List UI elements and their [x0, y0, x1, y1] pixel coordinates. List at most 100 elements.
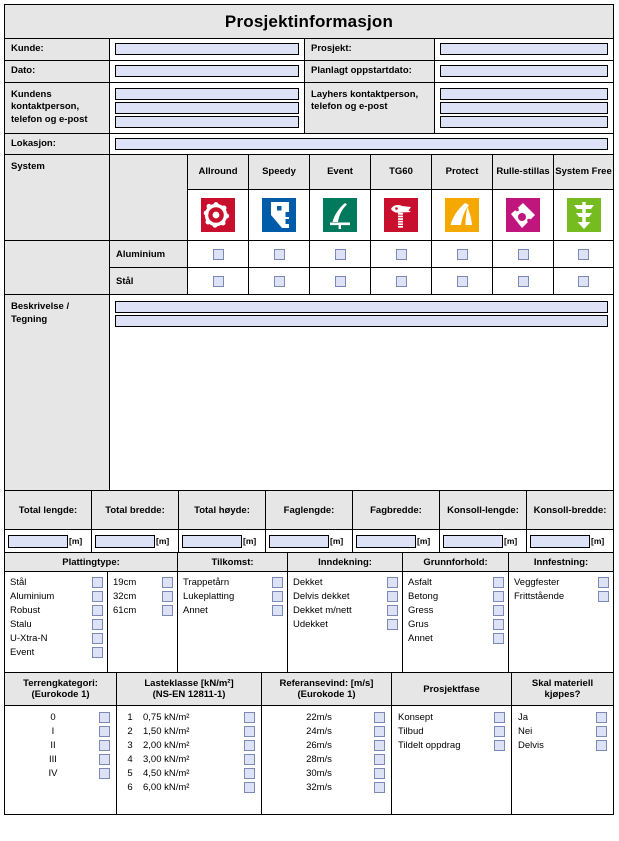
cb-stal-tg60-cell[interactable]: [370, 267, 432, 296]
list-item[interactable]: Stalu: [10, 617, 103, 631]
cb-terrengkategori-i[interactable]: [99, 725, 110, 737]
list-item[interactable]: 32cm: [113, 589, 173, 603]
list-item[interactable]: Robust: [10, 603, 103, 617]
dim-input-total-lengde[interactable]: [8, 534, 68, 548]
list-item[interactable]: 5 4,50 kN/m²: [123, 766, 255, 780]
list-item[interactable]: 26m/s: [268, 738, 385, 752]
cb-stal-event-cell[interactable]: [309, 267, 371, 296]
cb-stal-speedy[interactable]: [273, 275, 285, 287]
cb-stal-allround[interactable]: [212, 275, 224, 287]
cb-stal-protect[interactable]: [456, 275, 468, 287]
list-item[interactable]: Tilbud: [398, 724, 505, 738]
list-item[interactable]: Event: [10, 645, 103, 659]
cb-plattingtype-robust[interactable]: [92, 604, 103, 616]
cb-plattingtype-aluminium[interactable]: [92, 590, 103, 602]
list-item[interactable]: II: [11, 738, 110, 752]
list-item[interactable]: Annet: [183, 603, 283, 617]
cb-aluminium-allround[interactable]: [212, 248, 224, 260]
list-item[interactable]: Aluminium: [10, 589, 103, 603]
list-item[interactable]: I: [11, 724, 110, 738]
list-item[interactable]: 4 3,00 kN/m²: [123, 752, 255, 766]
cb-lasteklasse-6[interactable]: [244, 781, 255, 793]
cb-materiell-nei[interactable]: [596, 725, 607, 737]
list-item[interactable]: Gress: [408, 603, 504, 617]
list-item[interactable]: 1 0,75 kN/m²: [123, 710, 255, 724]
cb-referansevind-30[interactable]: [374, 767, 385, 779]
cb-stal-systemfree-cell[interactable]: [553, 267, 614, 296]
cb-plattingtype-19cm[interactable]: [162, 576, 173, 588]
list-item[interactable]: 0: [11, 710, 110, 724]
cb-prosjektfase-konsept[interactable]: [494, 711, 505, 723]
list-item[interactable]: Asfalt: [408, 575, 504, 589]
cb-materiell-delvis[interactable]: [596, 739, 607, 751]
list-item[interactable]: Veggfester: [514, 575, 609, 589]
cb-inndekning-udekket[interactable]: [387, 618, 398, 630]
dim-input-fagbredde[interactable]: [356, 534, 416, 548]
dato-input[interactable]: [115, 65, 299, 78]
list-item[interactable]: 30m/s: [268, 766, 385, 780]
list-item[interactable]: 24m/s: [268, 724, 385, 738]
list-item[interactable]: Nei: [518, 724, 607, 738]
layhers-kontakt-input-1[interactable]: [440, 87, 608, 100]
list-item[interactable]: 19cm: [113, 575, 173, 589]
list-item[interactable]: Dekket: [293, 575, 398, 589]
cb-stal-speedy-cell[interactable]: [248, 267, 310, 296]
cb-stal-systemfree[interactable]: [578, 275, 589, 287]
cb-grunnforhold-gress[interactable]: [493, 604, 504, 616]
cb-stal-tg60[interactable]: [395, 275, 407, 287]
dim-input-konsoll-lengde[interactable]: [443, 534, 503, 548]
list-item[interactable]: Annet: [408, 631, 504, 645]
list-item[interactable]: Betong: [408, 589, 504, 603]
cb-referansevind-24[interactable]: [374, 725, 385, 737]
list-item[interactable]: 28m/s: [268, 752, 385, 766]
description-input-1[interactable]: [115, 301, 608, 314]
cb-lasteklasse-1[interactable]: [244, 711, 255, 723]
list-item[interactable]: Stål: [10, 575, 103, 589]
cb-terrengkategori-ii[interactable]: [99, 739, 110, 751]
cb-innfestning-frittstaende[interactable]: [598, 590, 609, 602]
cb-grunnforhold-asfalt[interactable]: [493, 576, 504, 588]
cb-stal-rullestillas[interactable]: [517, 275, 529, 287]
cb-terrengkategori-0[interactable]: [99, 711, 110, 723]
cb-stal-event[interactable]: [334, 275, 346, 287]
dim-input-faglengde[interactable]: [269, 534, 329, 548]
cb-aluminium-rullestillas[interactable]: [517, 248, 529, 260]
cb-grunnforhold-grus[interactable]: [493, 618, 504, 630]
cb-tilkomst-lukeplatting[interactable]: [272, 590, 283, 602]
cb-inndekning-dekket-mnett[interactable]: [387, 604, 398, 616]
prosjekt-input[interactable]: [440, 43, 608, 56]
cb-aluminium-event-cell[interactable]: [309, 240, 371, 269]
list-item[interactable]: Udekket: [293, 617, 398, 631]
dim-input-total-hoyde[interactable]: [182, 534, 242, 548]
list-item[interactable]: Tildelt oppdrag: [398, 738, 505, 752]
cb-aluminium-tg60-cell[interactable]: [370, 240, 432, 269]
list-item[interactable]: 6 6,00 kN/m²: [123, 780, 255, 794]
list-item[interactable]: 3 2,00 kN/m²: [123, 738, 255, 752]
cb-tilkomst-annet[interactable]: [272, 604, 283, 616]
cb-aluminium-speedy[interactable]: [273, 248, 285, 260]
cb-plattingtype-event[interactable]: [92, 646, 103, 658]
cb-lasteklasse-3[interactable]: [244, 739, 255, 751]
lokasjon-input[interactable]: [115, 138, 608, 151]
cb-referansevind-22[interactable]: [374, 711, 385, 723]
kundens-kontakt-input-3[interactable]: [115, 115, 299, 128]
cb-plattingtype-stal[interactable]: [92, 576, 103, 588]
cb-inndekning-dekket[interactable]: [387, 576, 398, 588]
cb-aluminium-speedy-cell[interactable]: [248, 240, 310, 269]
cb-aluminium-systemfree[interactable]: [578, 248, 589, 260]
cb-materiell-ja[interactable]: [596, 711, 607, 723]
list-item[interactable]: U-Xtra-N: [10, 631, 103, 645]
cb-inndekning-delvis-dekket[interactable]: [387, 590, 398, 602]
list-item[interactable]: Ja: [518, 710, 607, 724]
layhers-kontakt-input-3[interactable]: [440, 115, 608, 128]
layhers-kontakt-input-2[interactable]: [440, 101, 608, 114]
cb-referansevind-28[interactable]: [374, 753, 385, 765]
list-item[interactable]: Dekket m/nett: [293, 603, 398, 617]
cb-grunnforhold-betong[interactable]: [493, 590, 504, 602]
list-item[interactable]: Grus: [408, 617, 504, 631]
list-item[interactable]: IV: [11, 766, 110, 780]
kundens-kontakt-input-1[interactable]: [115, 87, 299, 100]
cb-aluminium-rullestillas-cell[interactable]: [492, 240, 554, 269]
list-item[interactable]: Lukeplatting: [183, 589, 283, 603]
oppstartdato-input[interactable]: [440, 65, 608, 78]
